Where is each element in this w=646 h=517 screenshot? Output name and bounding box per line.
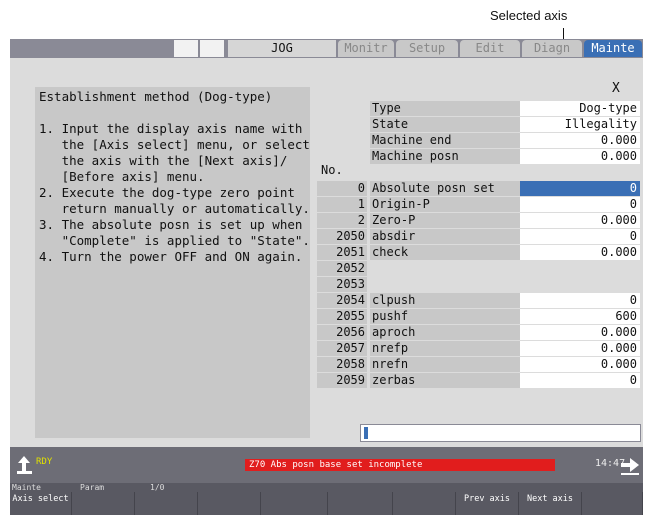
return-arrow-icon[interactable]: [13, 449, 35, 479]
param-row[interactable]: 2051 check 0.000: [10, 245, 643, 260]
info-label: Machine end: [370, 133, 520, 148]
param-number: 2054: [317, 293, 367, 308]
info-row-type: Type Dog-type: [10, 101, 643, 116]
status-slot-2: [200, 40, 224, 57]
tab-diagn[interactable]: Diagn: [522, 40, 582, 57]
param-row[interactable]: 2059 zerbas 0: [10, 373, 643, 388]
alarm-message: Z70 Abs posn base set incomplete: [245, 459, 555, 471]
param-name: check: [370, 245, 520, 260]
info-row-state: State Illegality: [10, 117, 643, 132]
menu-page-label: 1/0: [150, 483, 165, 492]
param-row[interactable]: 2055 pushf 600: [10, 309, 643, 324]
param-number: 2059: [317, 373, 367, 388]
param-name: zerbas: [370, 373, 520, 388]
param-name: pushf: [370, 309, 520, 324]
menu-key-4[interactable]: [198, 492, 261, 515]
tab-mainte[interactable]: Mainte: [584, 40, 642, 57]
info-value: Illegality: [520, 117, 640, 132]
param-value[interactable]: 0.000: [520, 245, 640, 260]
param-row[interactable]: 2054 clpush 0: [10, 293, 643, 308]
menu-key-6[interactable]: [328, 492, 393, 515]
param-name: Origin-P: [370, 197, 520, 212]
menu-bar: Axis select Prev axis Next axis: [10, 492, 643, 515]
menu-group-label: Mainte: [12, 483, 41, 492]
menu-sub-label: Param: [80, 483, 105, 492]
info-label: State: [370, 117, 520, 132]
info-value: 0.000: [520, 149, 640, 164]
axis-name: X: [612, 81, 620, 96]
param-number: 2055: [317, 309, 367, 324]
param-name: clpush: [370, 293, 520, 308]
param-number: 2052: [317, 261, 367, 276]
param-number: 0: [317, 181, 367, 196]
param-number: 2053: [317, 277, 367, 292]
menu-key-next-axis[interactable]: Next axis: [519, 492, 582, 515]
menu-header: Mainte Param 1/0: [10, 483, 643, 492]
param-value[interactable]: 0: [520, 373, 640, 388]
param-number: 2058: [317, 357, 367, 372]
param-row[interactable]: 2053: [10, 277, 643, 292]
operation-mode: JOG: [228, 40, 336, 57]
param-number: 2056: [317, 325, 367, 340]
info-label: Machine posn: [370, 149, 520, 164]
param-row[interactable]: 2056 aproch 0.000: [10, 325, 643, 340]
info-value: Dog-type: [520, 101, 640, 116]
menu-key-5[interactable]: [261, 492, 328, 515]
cnc-screen: JOG Monitr Setup Edit Diagn Mainte X Est…: [10, 39, 643, 515]
tab-edit[interactable]: Edit: [460, 40, 520, 57]
param-value[interactable]: 0.000: [520, 341, 640, 356]
param-row[interactable]: 2057 nrefp 0.000: [10, 341, 643, 356]
info-value: 0.000: [520, 133, 640, 148]
param-row[interactable]: 2058 nrefn 0.000: [10, 357, 643, 372]
menu-key-7[interactable]: [393, 492, 456, 515]
input-cursor: [364, 427, 368, 439]
menu-key-10[interactable]: [582, 492, 643, 515]
param-name: absdir: [370, 229, 520, 244]
selected-axis-annotation: Selected axis: [490, 8, 568, 23]
param-number: 2057: [317, 341, 367, 356]
param-value-selected[interactable]: 0: [520, 181, 640, 196]
menu-key-3[interactable]: [135, 492, 198, 515]
menu-key-axis-select[interactable]: Axis select: [10, 492, 72, 515]
param-value[interactable]: 0.000: [520, 357, 640, 372]
param-row[interactable]: 1 Origin-P 0: [10, 197, 643, 212]
param-row[interactable]: 0 Absolute posn set 0: [10, 181, 643, 196]
param-number: 2050: [317, 229, 367, 244]
param-value[interactable]: 600: [520, 309, 640, 324]
next-page-arrow-icon[interactable]: [619, 449, 641, 479]
param-value[interactable]: 0: [520, 293, 640, 308]
tab-setup[interactable]: Setup: [396, 40, 458, 57]
info-row-machine-posn: Machine posn 0.000: [10, 149, 643, 164]
param-row[interactable]: 2050 absdir 0: [10, 229, 643, 244]
top-bar: JOG Monitr Setup Edit Diagn Mainte: [10, 39, 643, 58]
param-row[interactable]: 2052: [10, 261, 643, 276]
tab-monitr[interactable]: Monitr: [338, 40, 394, 57]
ready-indicator: RDY: [36, 457, 53, 467]
param-number: 1: [317, 197, 367, 212]
setting-input-field[interactable]: [360, 424, 641, 442]
param-number: 2: [317, 213, 367, 228]
status-slot-1: [174, 40, 198, 57]
param-name: nrefp: [370, 341, 520, 356]
info-label: Type: [370, 101, 520, 116]
param-name: aproch: [370, 325, 520, 340]
param-value[interactable]: 0: [520, 197, 640, 212]
param-value[interactable]: 0.000: [520, 325, 640, 340]
menu-key-prev-axis[interactable]: Prev axis: [456, 492, 519, 515]
info-row-machine-end: Machine end 0.000: [10, 133, 643, 148]
param-name: nrefn: [370, 357, 520, 372]
parameter-number-header: No.: [321, 163, 343, 177]
param-name: Absolute posn set: [370, 181, 520, 196]
param-name: Zero-P: [370, 213, 520, 228]
status-bar: RDY Z70 Abs posn base set incomplete 14:…: [10, 447, 643, 483]
param-row[interactable]: 2 Zero-P 0.000: [10, 213, 643, 228]
param-value[interactable]: 0.000: [520, 213, 640, 228]
menu-key-2[interactable]: [72, 492, 135, 515]
param-value[interactable]: 0: [520, 229, 640, 244]
param-number: 2051: [317, 245, 367, 260]
